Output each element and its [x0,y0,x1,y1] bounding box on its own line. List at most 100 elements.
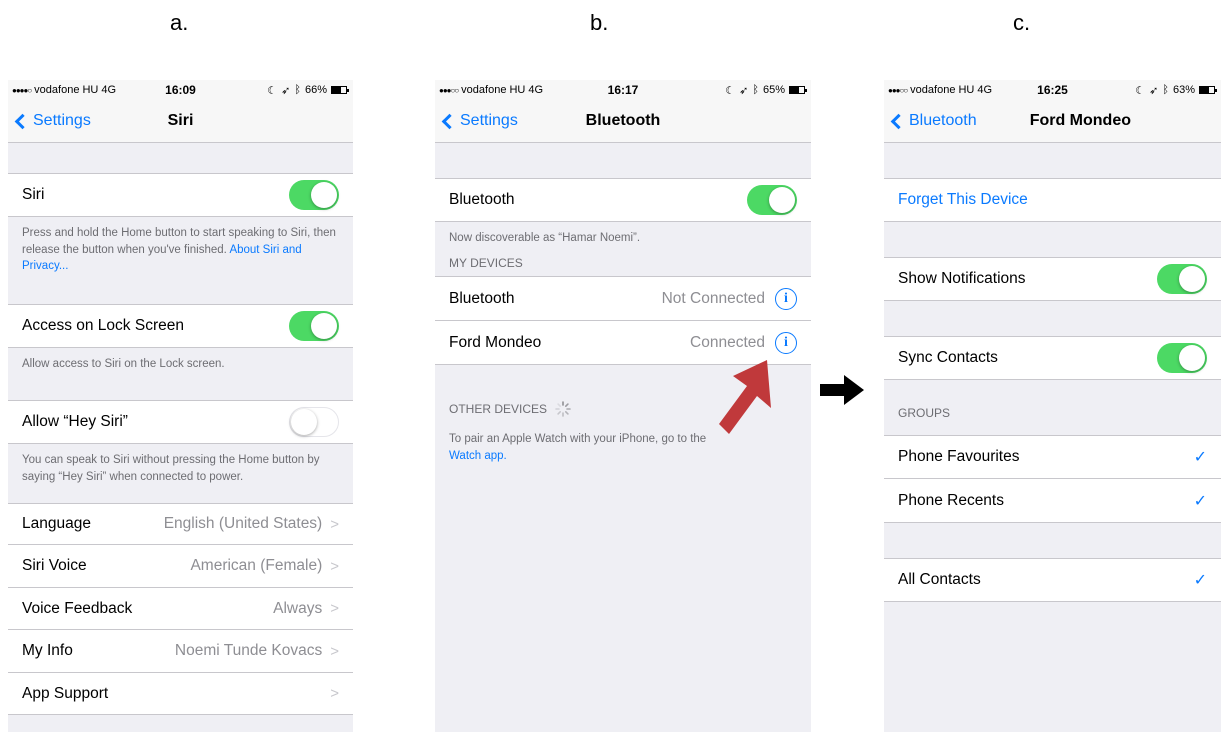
other-devices-label: OTHER DEVICES [449,402,548,416]
device-status: Not Connected [661,289,765,307]
network-type: 4G [977,84,993,96]
location-arrow-icon: ➶ [1149,84,1159,97]
list-item[interactable]: All Contacts ✓ [884,558,1221,602]
panel-label-a: a. [170,10,189,35]
checkmark-icon: ✓ [1193,572,1207,589]
moon-icon: ☾ [725,84,736,97]
show-notifications-row: Show Notifications [884,257,1221,301]
info-icon[interactable]: i [775,331,797,354]
siri-label: Siri [22,186,45,203]
voice-feedback-value: Always [273,599,323,617]
signal-strength-icon: ●●●○○ [888,85,908,95]
my-info-label: My Info [22,642,73,659]
bluetooth-icon: ᛒ [294,84,301,96]
network-type: 4G [528,84,544,96]
voice-feedback-label: Voice Feedback [22,599,133,617]
hey-siri-row: Allow “Hey Siri” [8,400,353,444]
chevron-right-icon: > [330,685,339,702]
bluetooth-toggle[interactable] [747,185,797,215]
status-time: 16:09 [165,83,196,97]
bluetooth-icon: ᛒ [1162,84,1169,96]
my-info-value: Noemi Tunde Kovacs [174,642,323,659]
arrow-right-icon [820,375,864,405]
chevron-left-icon [14,113,31,129]
info-icon[interactable]: i [775,287,797,310]
sync-contacts-label: Sync Contacts [898,349,998,366]
chevron-left-icon [441,113,458,129]
hey-siri-footer: You can speak to Siri without pressing t… [22,454,320,483]
back-button-label: Settings [460,112,518,129]
siri-voice-value: American (Female) [190,557,323,574]
forget-device-button[interactable]: Forget This Device [884,178,1221,222]
checkmark-icon: ✓ [1193,492,1207,510]
group-label: Phone Recents [898,491,1004,509]
sync-contacts-row: Sync Contacts [884,336,1221,380]
loading-spinner-icon [555,401,571,417]
list-item[interactable]: My Info Noemi Tunde Kovacs > [8,630,353,673]
language-value: English (United States) [163,515,323,532]
back-button[interactable]: Bluetooth [890,112,977,130]
battery-icon [331,86,349,94]
carrier-name: vodafone HU [461,84,526,96]
signal-strength-icon: ●●●○○ [439,85,459,95]
bluetooth-label: Bluetooth [449,191,515,208]
chevron-right-icon: > [330,600,339,617]
panel-label-c: c. [1013,10,1031,35]
moon-icon: ☾ [1135,84,1146,97]
watch-app-link[interactable]: Watch app. [449,450,507,462]
network-type: 4G [101,84,117,96]
pair-watch-label: To pair an Apple Watch with your iPhone,… [449,433,707,445]
back-button[interactable]: Settings [441,112,518,130]
chevron-right-icon: > [330,557,339,575]
lock-screen-label: Access on Lock Screen [22,317,184,334]
bluetooth-row: Bluetooth [435,178,811,222]
hey-siri-label: Allow “Hey Siri” [22,413,128,430]
battery-percent: 66% [304,84,327,96]
status-bar: ●●●○○ vodafone HU 4G 16:17 ☾ ➶ ᛒ 65% [435,80,811,100]
hey-siri-toggle[interactable] [289,407,339,437]
back-button-label: Bluetooth [909,112,977,129]
status-time: 16:25 [1037,83,1068,97]
chevron-right-icon: > [330,642,339,660]
my-devices-header: MY DEVICES [449,256,523,270]
signal-strength-icon: ●●●●○ [12,85,32,95]
device-name: Ford Mondeo [449,333,542,351]
moon-icon: ☾ [267,84,278,97]
groups-header: GROUPS [898,406,951,420]
siri-voice-label: Siri Voice [22,557,87,574]
status-bar: ●●●○○ vodafone HU 4G 16:25 ☾ ➶ ᛒ 63% [884,80,1221,100]
carrier-name: vodafone HU [34,84,99,96]
list-item[interactable]: Phone Recents ✓ [884,479,1221,523]
chevron-left-icon [890,113,907,129]
panel-label-b: b. [590,10,609,35]
red-pointer-arrow-icon [719,360,771,434]
battery-percent: 65% [762,84,785,96]
location-arrow-icon: ➶ [281,84,291,97]
page-title: Bluetooth [585,112,661,129]
list-item[interactable]: Voice Feedback Always > [8,588,353,630]
navigation-bar: Bluetooth Ford Mondeo [884,100,1221,143]
sync-contacts-toggle[interactable] [1157,343,1207,373]
device-status: Connected [690,333,765,351]
lock-screen-row: Access on Lock Screen [8,304,353,348]
status-time: 16:17 [607,83,639,97]
battery-icon [789,86,807,94]
navigation-bar: Settings Siri [8,100,353,143]
siri-row: Siri [8,173,353,217]
page-title: Ford Mondeo [1029,112,1131,129]
list-item[interactable]: Phone Favourites ✓ [884,435,1221,479]
show-notifications-toggle[interactable] [1157,264,1207,294]
back-button[interactable]: Settings [14,112,91,130]
siri-toggle[interactable] [289,180,339,210]
lock-screen-toggle[interactable] [289,311,339,341]
battery-icon [1199,86,1217,94]
show-notifications-label: Show Notifications [898,270,1026,287]
list-item[interactable]: Siri Voice American (Female) > [8,545,353,588]
list-item[interactable]: App Support > [8,673,353,715]
device-row[interactable]: Bluetooth Not Connected i [435,276,811,321]
device-detail-screen: ●●●○○ vodafone HU 4G 16:25 ☾ ➶ ᛒ 63% Blu… [884,80,1221,732]
device-name: Bluetooth [449,289,515,307]
checkmark-icon: ✓ [1193,449,1207,466]
list-item[interactable]: Language English (United States) > [8,503,353,545]
discoverable-text: Now discoverable as “Hamar Noemi”. [449,232,641,244]
